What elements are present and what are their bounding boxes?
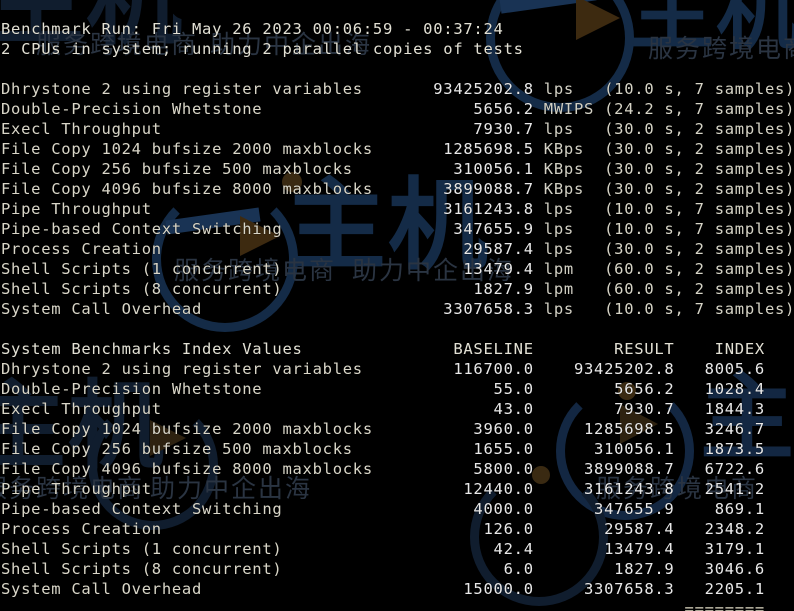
index-table-row: Shell Scripts (1 concurrent) 42.4 13479.… <box>1 539 794 559</box>
raw-result-row: File Copy 256 bufsize 500 maxblocks 3100… <box>1 159 794 179</box>
spacer-1 <box>1 59 794 79</box>
raw-result-row: Pipe Throughput 3161243.8 lps (10.0 s, 7… <box>1 199 794 219</box>
score-separator-rule: ======== <box>1 599 794 611</box>
index-table-row: File Copy 1024 bufsize 2000 maxblocks 39… <box>1 419 794 439</box>
raw-result-row: Shell Scripts (8 concurrent) 1827.9 lpm … <box>1 279 794 299</box>
spacer-2 <box>1 319 794 339</box>
terminal-text: Benchmark Run: Fri May 26 2023 00:06:59 … <box>0 16 794 596</box>
raw-result-row: System Call Overhead 3307658.3 lps (10.0… <box>1 299 794 319</box>
index-table-row: Double-Precision Whetstone 55.0 5656.2 1… <box>1 379 794 399</box>
raw-result-row: Pipe-based Context Switching 347655.9 lp… <box>1 219 794 239</box>
terminal-window: 主机 主机 服务跨境电商 助力中企出海 服务跨境电商 主机 服务跨境电商 助力中… <box>0 0 794 611</box>
raw-result-row: Process Creation 29587.4 lps (30.0 s, 2 … <box>1 239 794 259</box>
raw-result-row: Execl Throughput 7930.7 lps (30.0 s, 2 s… <box>1 119 794 139</box>
index-table-row: Execl Throughput 43.0 7930.7 1844.3 <box>1 399 794 419</box>
cpu-info-header: 2 CPUs in system; running 2 parallel cop… <box>1 39 794 59</box>
raw-result-row: Dhrystone 2 using register variables 934… <box>1 79 794 99</box>
index-table-header: System Benchmarks Index Values BASELINE … <box>1 339 794 359</box>
benchmark-run-header: Benchmark Run: Fri May 26 2023 00:06:59 … <box>1 19 794 39</box>
raw-result-row: Double-Precision Whetstone 5656.2 MWIPS … <box>1 99 794 119</box>
index-table-row: File Copy 4096 bufsize 8000 maxblocks 58… <box>1 459 794 479</box>
raw-result-row: Shell Scripts (1 concurrent) 13479.4 lpm… <box>1 259 794 279</box>
index-table-row: File Copy 256 bufsize 500 maxblocks 1655… <box>1 439 794 459</box>
index-table-row: Process Creation 126.0 29587.4 2348.2 <box>1 519 794 539</box>
index-table-row: Pipe-based Context Switching 4000.0 3476… <box>1 499 794 519</box>
watermark-bar-icon <box>499 0 596 14</box>
index-table-row: System Call Overhead 15000.0 3307658.3 2… <box>1 579 794 599</box>
raw-result-row: File Copy 1024 bufsize 2000 maxblocks 12… <box>1 139 794 159</box>
index-table-row: Shell Scripts (8 concurrent) 6.0 1827.9 … <box>1 559 794 579</box>
raw-result-row: File Copy 4096 bufsize 8000 maxblocks 38… <box>1 179 794 199</box>
index-table-row: Dhrystone 2 using register variables 116… <box>1 359 794 379</box>
index-table-row: Pipe Throughput 12440.0 3161243.8 2541.2 <box>1 479 794 499</box>
